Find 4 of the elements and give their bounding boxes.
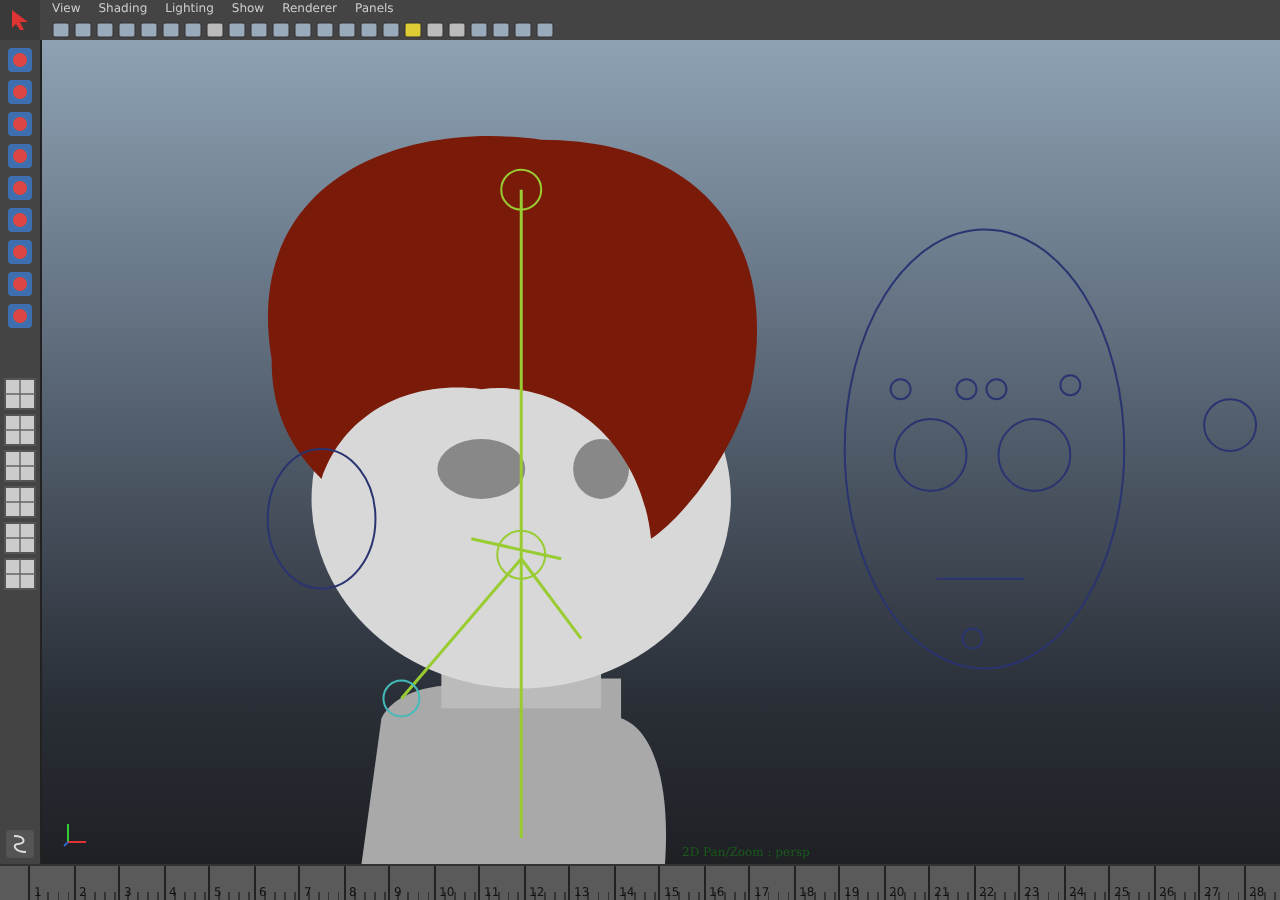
axis-icon [62,820,90,848]
script-icon[interactable] [6,830,34,858]
four-view-icon[interactable] [4,414,36,446]
control-circle-drawing [1203,398,1258,452]
